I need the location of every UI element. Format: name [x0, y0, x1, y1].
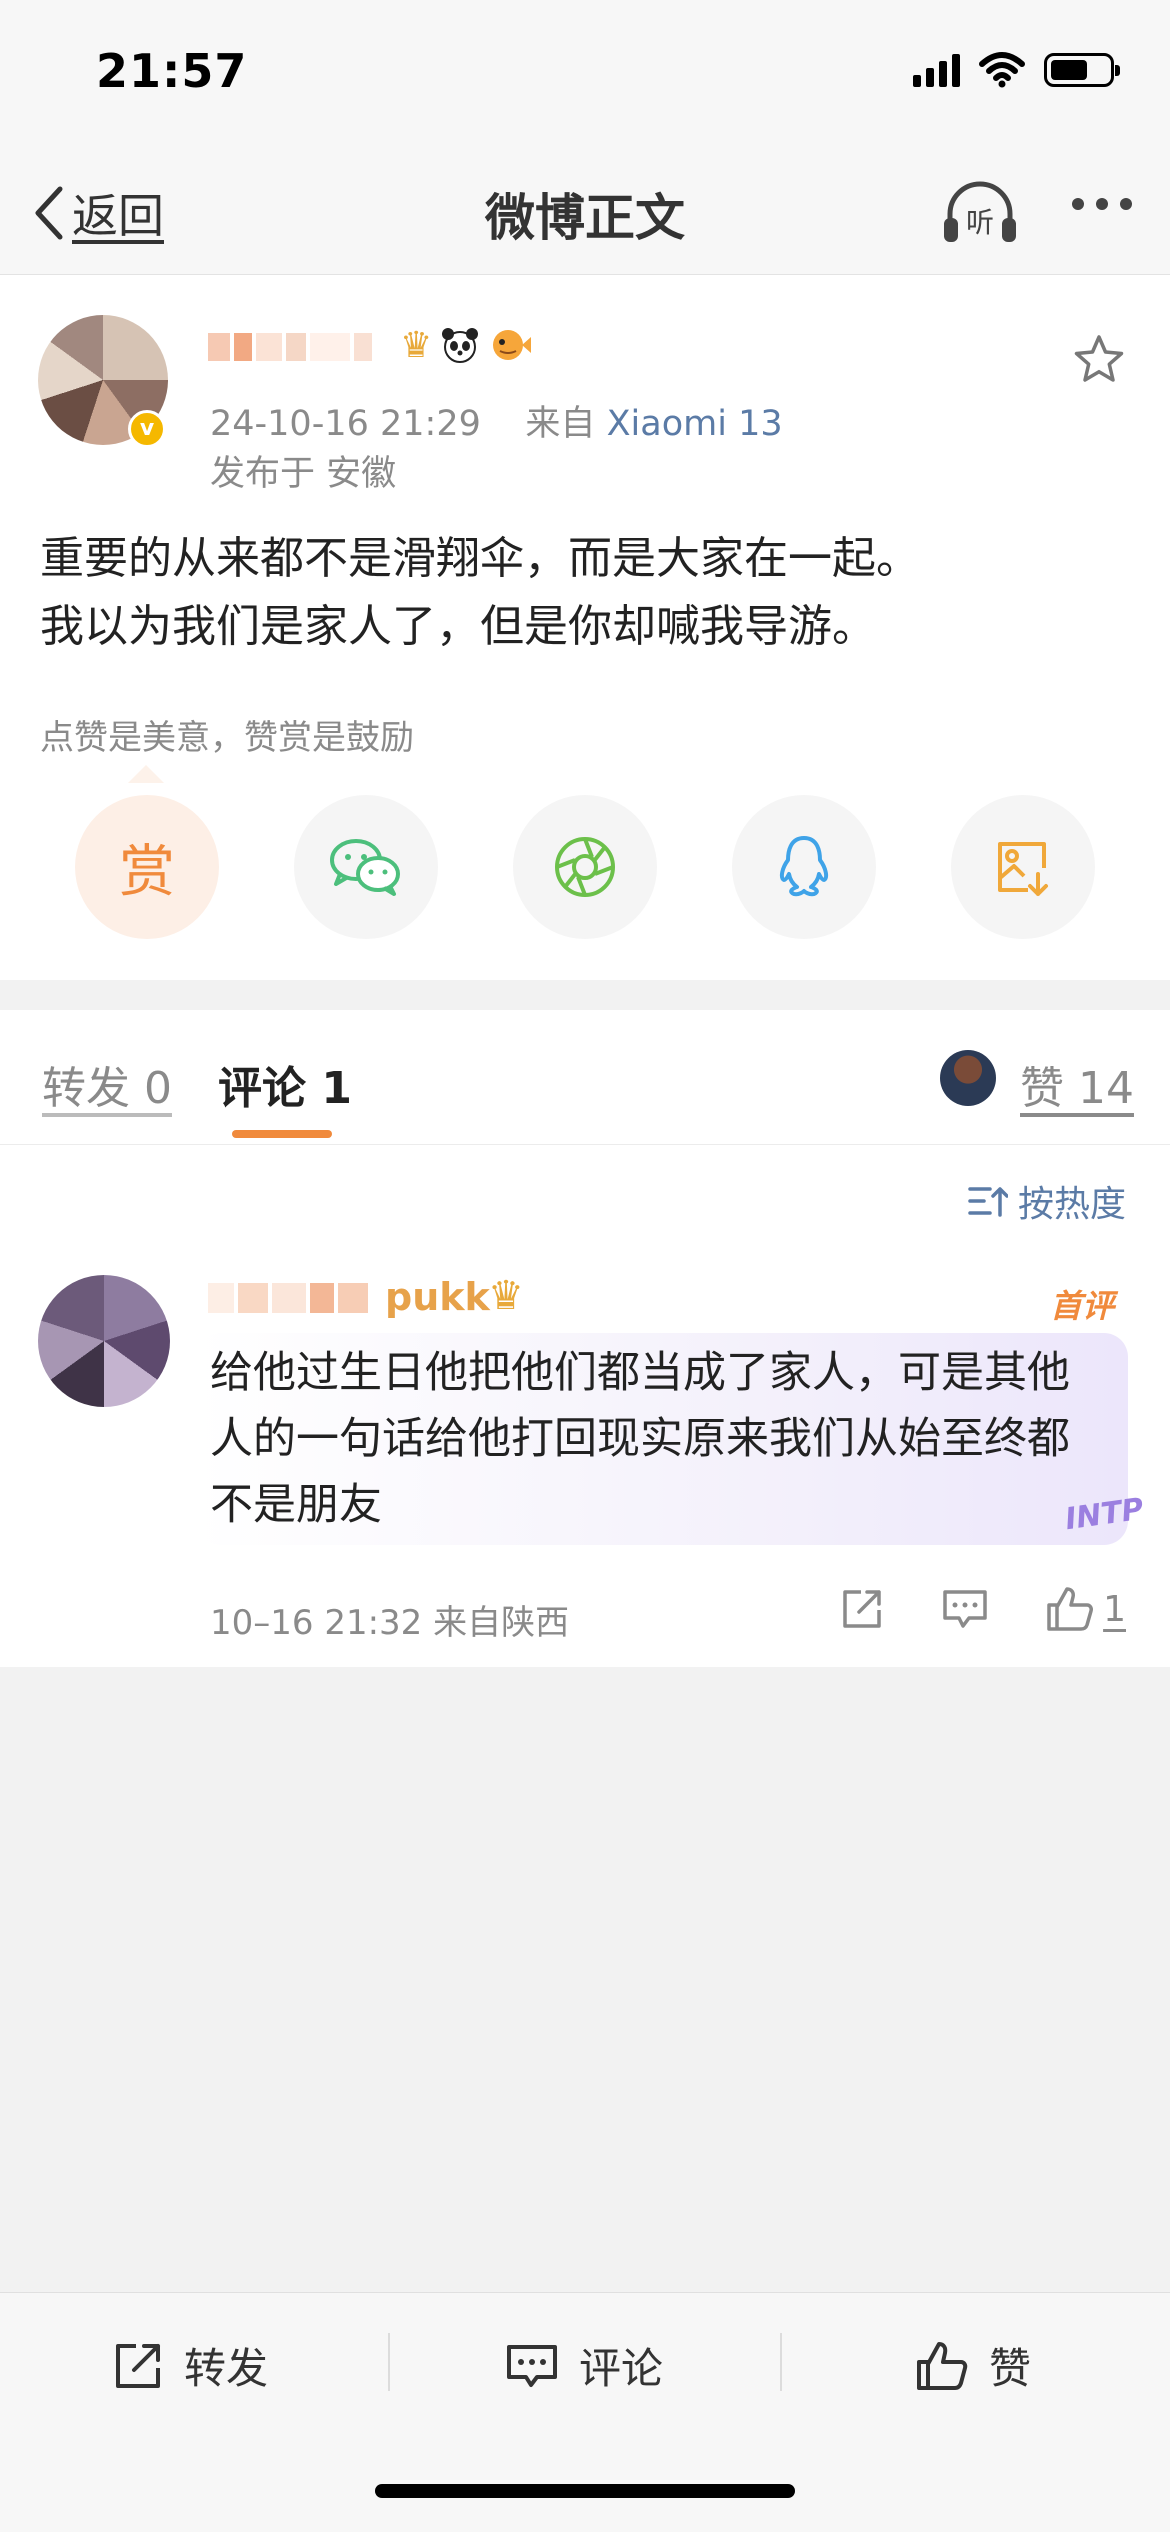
post-tabs: 转发 0 评论 1 赞 14 — [0, 1010, 1170, 1145]
post-location: 发布于 安徽 — [210, 454, 397, 494]
reply-icon[interactable] — [941, 1586, 989, 1632]
qq-penguin-icon — [779, 836, 829, 897]
comment-text: 给他过生日他把他们都当成了家人，可是其他人的一句话给他打回现实原来我们从始至终都… — [210, 1348, 1070, 1530]
commenter-nickname-redacted[interactable] — [208, 1283, 368, 1313]
like-label: 赞 — [989, 2344, 1032, 2393]
navigation-bar: 返回 微博正文 听 — [0, 150, 1170, 275]
more-options-button[interactable] — [1072, 198, 1132, 210]
star-icon — [1074, 335, 1124, 382]
sort-icon — [968, 1187, 1008, 1217]
active-tab-indicator — [232, 1130, 332, 1138]
home-indicator — [375, 2484, 795, 2498]
tab-comments[interactable]: 评论 1 — [218, 1052, 352, 1116]
tab-likes[interactable]: 赞 14 — [1020, 1052, 1134, 1116]
comment-like-count: 1 — [1103, 1588, 1126, 1630]
wifi-icon — [979, 52, 1025, 88]
repost-button[interactable]: 转发 — [112, 2335, 268, 2396]
weibo-post: v ♛ 24-10-16 21:29 来自 Xiaomi 13 发布于 安徽 重… — [0, 275, 1170, 980]
post-text-line: 重要的从来都不是滑翔伞，而是大家在一起。 — [40, 533, 920, 584]
liker-avatar[interactable] — [940, 1050, 996, 1106]
crown-badge-icon: ♛ — [400, 325, 433, 366]
author-nickname-redacted[interactable] — [208, 333, 372, 361]
reward-button[interactable]: 赏 — [75, 795, 219, 939]
listen-button[interactable]: 听 — [940, 180, 1020, 250]
sort-label: 按热度 — [1017, 1184, 1126, 1225]
crown-badge-icon: ♛ — [488, 1273, 524, 1319]
user-badges: ♛ — [400, 325, 532, 374]
divider — [780, 2333, 782, 2391]
like-button[interactable]: 赞 — [915, 2335, 1031, 2396]
thumbs-up-icon — [917, 2341, 968, 2390]
status-bar: 21:57 — [0, 0, 1170, 150]
post-timestamp: 24-10-16 21:29 — [210, 404, 481, 444]
post-text-line: 我以为我们是家人了，但是你却喊我导游。 — [40, 601, 876, 652]
post-body: 重要的从来都不是滑翔伞，而是大家在一起。 我以为我们是家人了，但是你却喊我导游。 — [40, 525, 1130, 661]
repost-label: 转发 — [184, 2344, 269, 2393]
share-icon[interactable] — [839, 1586, 885, 1632]
first-comment-tag: 首评 — [1049, 1287, 1114, 1325]
comment-icon — [507, 2344, 557, 2387]
comment-meta: 10–16 21:32 来自陕西 — [210, 1603, 570, 1643]
headphones-icon: 听 — [944, 181, 1016, 242]
comments-section: 按热度 pukk ♛ 首评 给他过生日他把他们都当成了家人，可是其他人的一句话给… — [0, 1145, 1170, 1667]
sort-button[interactable]: 按热度 — [968, 1175, 1126, 1227]
status-time: 21:57 — [96, 44, 248, 98]
image-download-icon — [998, 842, 1048, 896]
comment-like-button[interactable]: 1 — [1045, 1585, 1126, 1633]
panda-badge-icon — [440, 325, 480, 374]
cellular-signal-icon — [913, 53, 960, 87]
post-meta: 24-10-16 21:29 来自 Xiaomi 13 — [210, 395, 783, 446]
reward-label: 赏 — [119, 839, 175, 905]
save-image-button[interactable] — [951, 795, 1095, 939]
share-moments-button[interactable] — [513, 795, 657, 939]
tab-repost[interactable]: 转发 0 — [42, 1052, 172, 1116]
comment-label: 评论 — [579, 2344, 664, 2393]
hint-caret — [128, 765, 164, 783]
camera-aperture-icon — [555, 837, 615, 897]
source-prefix: 来自 — [525, 404, 596, 444]
share-wechat-button[interactable] — [294, 795, 438, 939]
thumbs-up-icon — [1047, 1587, 1094, 1631]
battery-icon — [1044, 53, 1120, 87]
comment-actions: 1 — [839, 1585, 1126, 1633]
svg-text:听: 听 — [966, 206, 994, 239]
divider — [388, 2333, 390, 2391]
repost-icon — [116, 2343, 160, 2388]
commenter-nickname[interactable]: pukk — [385, 1275, 490, 1319]
share-qq-button[interactable] — [732, 795, 876, 939]
commenter-avatar[interactable] — [38, 1275, 170, 1407]
reward-hint: 点赞是美意，赞赏是鼓励 — [40, 718, 414, 758]
favorite-button[interactable] — [1072, 333, 1126, 389]
comment-button[interactable]: 评论 — [505, 2335, 663, 2396]
wechat-icon — [330, 839, 400, 896]
status-icons — [913, 52, 1120, 88]
pufferfish-badge-icon — [488, 325, 532, 374]
device-link[interactable]: Xiaomi 13 — [607, 404, 783, 444]
verified-badge-icon: v — [128, 410, 166, 448]
share-row: 赏 — [75, 795, 1095, 939]
